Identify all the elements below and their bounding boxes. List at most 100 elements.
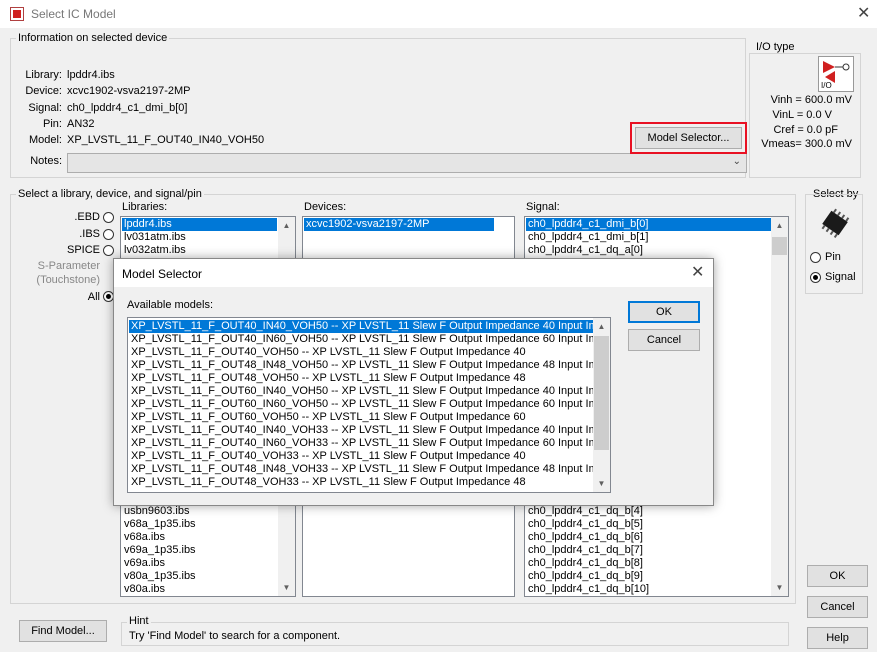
devices-label: Devices: <box>304 201 347 213</box>
list-item[interactable]: XP_LVSTL_11_F_OUT40_IN40_VOH33 -- XP LVS… <box>129 424 593 437</box>
library-value: lpddr4.ibs <box>67 69 115 81</box>
filter-spice-label: SPICE <box>66 244 100 256</box>
dialog-ok-button[interactable]: OK <box>628 301 700 323</box>
select-by-pin-label: Pin <box>825 251 841 263</box>
list-item[interactable]: ch0_lpddr4_c1_dq_b[9] <box>526 570 772 583</box>
list-item[interactable]: XP_LVSTL_11_F_OUT48_IN48_VOH33 -- XP LVS… <box>129 463 593 476</box>
filter-ebd-radio[interactable] <box>103 212 114 223</box>
list-item[interactable]: XP_LVSTL_11_F_OUT60_VOH50 -- XP LVSTL_11… <box>129 411 593 424</box>
select-by-signal-radio[interactable] <box>810 272 821 283</box>
list-item[interactable]: v80a_1p35.ibs <box>122 570 277 583</box>
device-label: Device: <box>25 85 62 97</box>
notes-label: Notes: <box>30 155 62 167</box>
available-models-list[interactable]: XP_LVSTL_11_F_OUT40_IN40_VOH50 -- XP LVS… <box>127 317 611 493</box>
vmeas-value: Vmeas= 300.0 mV <box>761 138 852 150</box>
help-button[interactable]: Help <box>807 627 868 649</box>
libraries-list-bottom: usbn9603.ibs v68a_1p35.ibs v68a.ibs v69a… <box>122 505 277 596</box>
vinh-value: Vinh = 600.0 mV <box>770 94 852 106</box>
list-item[interactable]: v68a.ibs <box>122 531 277 544</box>
list-item[interactable]: XP_LVSTL_11_F_OUT60_IN60_VOH50 -- XP LVS… <box>129 398 593 411</box>
list-item[interactable]: XP_LVSTL_11_F_OUT48_IN48_VOH50 -- XP LVS… <box>129 359 593 372</box>
scroll-thumb[interactable] <box>594 336 609 450</box>
list-item[interactable]: v69a_1p35.ibs <box>122 544 277 557</box>
list-item[interactable]: XP_LVSTL_11_F_OUT60_IN40_VOH50 -- XP LVS… <box>129 385 593 398</box>
signal-list-label: Signal: <box>526 201 560 213</box>
select-by-pin-radio[interactable] <box>810 252 821 263</box>
device-value: xcvc1902-vsva2197-2MP <box>67 85 191 97</box>
filter-spice-radio[interactable] <box>103 245 114 256</box>
list-item[interactable]: XP_LVSTL_11_F_OUT48_VOH33 -- XP LVSTL_11… <box>129 476 593 489</box>
list-item[interactable]: XP_LVSTL_11_F_OUT48_VOH50 -- XP LVSTL_11… <box>129 372 593 385</box>
notes-combo[interactable]: ⌄ <box>67 153 747 173</box>
list-item[interactable]: ch0_lpddr4_c1_dq_b[4] <box>526 505 772 518</box>
signal-value: ch0_lpddr4_c1_dmi_b[0] <box>67 102 188 114</box>
list-item[interactable]: ch0_lpddr4_c1_dq_b[5] <box>526 518 772 531</box>
list-item[interactable]: XP_LVSTL_11_F_OUT40_IN60_VOH50 -- XP LVS… <box>129 333 593 346</box>
list-item[interactable]: ch0_lpddr4_c1_dmi_b[1] <box>526 231 772 244</box>
hint-legend: Hint <box>127 615 151 627</box>
filter-touchstone-label: (Touchstone) <box>36 274 100 286</box>
filter-ibs-label: .IBS <box>79 228 100 240</box>
close-icon[interactable]: ✕ <box>857 6 870 22</box>
list-item[interactable]: usbn9603.ibs <box>122 505 277 518</box>
pin-value: AN32 <box>67 118 95 130</box>
scroll-down-icon[interactable]: ▼ <box>278 579 295 596</box>
list-item[interactable]: XP_LVSTL_11_F_OUT40_VOH33 -- XP LVSTL_11… <box>129 450 593 463</box>
list-item[interactable]: xcvc1902-vsva2197-2MP <box>304 218 494 231</box>
find-model-button[interactable]: Find Model... <box>19 620 107 642</box>
hint-text: Try 'Find Model' to search for a compone… <box>129 630 341 642</box>
scroll-down-icon[interactable]: ▼ <box>771 579 788 596</box>
list-item[interactable]: XP_LVSTL_11_F_OUT40_IN60_VOH33 -- XP LVS… <box>129 437 593 450</box>
library-label: Library: <box>25 69 62 81</box>
app-icon <box>10 7 24 21</box>
available-models-label: Available models: <box>127 299 214 311</box>
libraries-list-top: lpddr4.ibs lv031atm.ibs lv032atm.ibs <box>122 218 277 257</box>
filter-ebd-label: .EBD <box>74 211 100 223</box>
dialog-title-bar: Model Selector ✕ <box>114 259 713 287</box>
list-item[interactable]: XP_LVSTL_11_F_OUT40_VOH50 -- XP LVSTL_11… <box>129 346 593 359</box>
dialog-cancel-button[interactable]: Cancel <box>628 329 700 351</box>
filter-sparam-label: S-Parameter <box>37 260 100 272</box>
io-icon-label: I/O <box>821 81 832 90</box>
model-selector-button[interactable]: Model Selector... <box>635 127 742 149</box>
io-buffer-icon: I/O <box>818 56 854 92</box>
list-item[interactable]: ch0_lpddr4_c1_dq_b[7] <box>526 544 772 557</box>
devices-list-items: xcvc1902-vsva2197-2MP <box>304 218 494 231</box>
cancel-button[interactable]: Cancel <box>807 596 868 618</box>
signal-scrollbar[interactable]: ▲ ▼ <box>771 217 788 596</box>
list-item[interactable]: ch0_lpddr4_c1_dq_b[6] <box>526 531 772 544</box>
select-legend: Select a library, device, and signal/pin <box>16 188 204 200</box>
model-value: XP_LVSTL_11_F_OUT40_IN40_VOH50 <box>67 134 265 146</box>
scroll-up-icon[interactable]: ▲ <box>771 217 788 234</box>
select-by-signal-label: Signal <box>825 271 856 283</box>
io-type-legend: I/O type <box>754 41 797 53</box>
window-title: Select IC Model <box>31 7 116 21</box>
models-list-items: XP_LVSTL_11_F_OUT40_IN40_VOH50 -- XP LVS… <box>129 320 593 489</box>
list-item[interactable]: lv032atm.ibs <box>122 244 277 257</box>
signal-label: Signal: <box>28 102 62 114</box>
list-item[interactable]: lv031atm.ibs <box>122 231 277 244</box>
filter-ibs-radio[interactable] <box>103 229 114 240</box>
list-item[interactable]: ch0_lpddr4_c1_dq_a[0] <box>526 244 772 257</box>
dialog-close-icon[interactable]: ✕ <box>691 265 704 281</box>
scroll-down-icon[interactable]: ▼ <box>593 475 610 492</box>
list-item[interactable]: lpddr4.ibs <box>122 218 277 231</box>
list-item[interactable]: v80a.ibs <box>122 583 277 596</box>
scroll-up-icon[interactable]: ▲ <box>593 318 610 335</box>
list-item[interactable]: v68a_1p35.ibs <box>122 518 277 531</box>
list-item[interactable]: ch0_lpddr4_c1_dq_b[10] <box>526 583 772 596</box>
scroll-up-icon[interactable]: ▲ <box>278 217 295 234</box>
signal-list-bottom: ch0_lpddr4_c1_dq_b[4] ch0_lpddr4_c1_dq_b… <box>526 505 772 596</box>
list-item[interactable]: ch0_lpddr4_c1_dmi_b[0] <box>526 218 772 231</box>
title-bar: Select IC Model ✕ <box>0 0 877 28</box>
scroll-thumb[interactable] <box>772 237 787 255</box>
signal-list-top: ch0_lpddr4_c1_dmi_b[0] ch0_lpddr4_c1_dmi… <box>526 218 772 257</box>
list-item[interactable]: ch0_lpddr4_c1_dq_b[8] <box>526 557 772 570</box>
list-item[interactable]: v69a.ibs <box>122 557 277 570</box>
list-item[interactable]: XP_LVSTL_11_F_OUT40_IN40_VOH50 -- XP LVS… <box>129 320 593 333</box>
info-legend: Information on selected device <box>16 32 170 44</box>
pin-label: Pin: <box>43 118 62 130</box>
filter-all-label: All <box>87 291 100 303</box>
ok-button[interactable]: OK <box>807 565 868 587</box>
models-scrollbar[interactable]: ▲ ▼ <box>593 318 610 492</box>
